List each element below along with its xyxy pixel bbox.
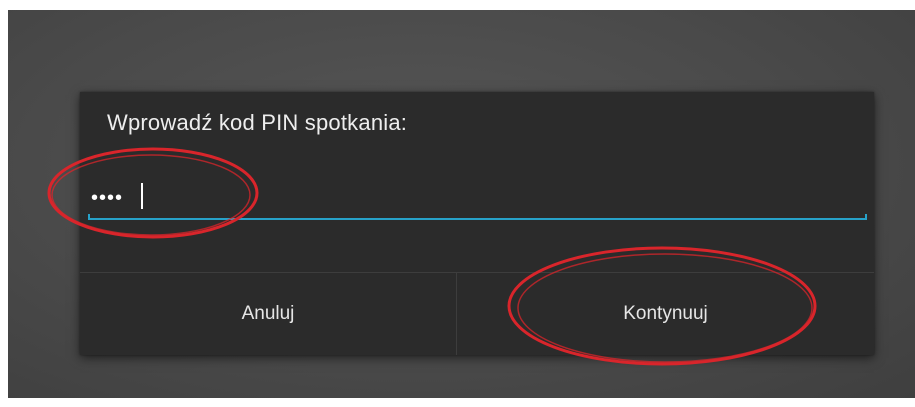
dialog-title: Wprowadź kod PIN spotkania: bbox=[107, 110, 408, 135]
continue-button[interactable]: Kontynuuj bbox=[457, 273, 874, 355]
continue-button-label: Kontynuuj bbox=[623, 303, 708, 324]
input-underline bbox=[88, 214, 867, 220]
pin-dialog: Wprowadź kod PIN spotkania: •••• Anuluj … bbox=[80, 92, 874, 355]
text-cursor bbox=[141, 183, 143, 209]
pin-input[interactable]: •••• bbox=[88, 180, 867, 220]
cancel-button[interactable]: Anuluj bbox=[80, 273, 456, 355]
app-screen: Wprowadź kod PIN spotkania: •••• Anuluj … bbox=[8, 10, 915, 398]
cancel-button-label: Anuluj bbox=[241, 303, 295, 324]
pin-masked-value: •••• bbox=[91, 187, 124, 209]
